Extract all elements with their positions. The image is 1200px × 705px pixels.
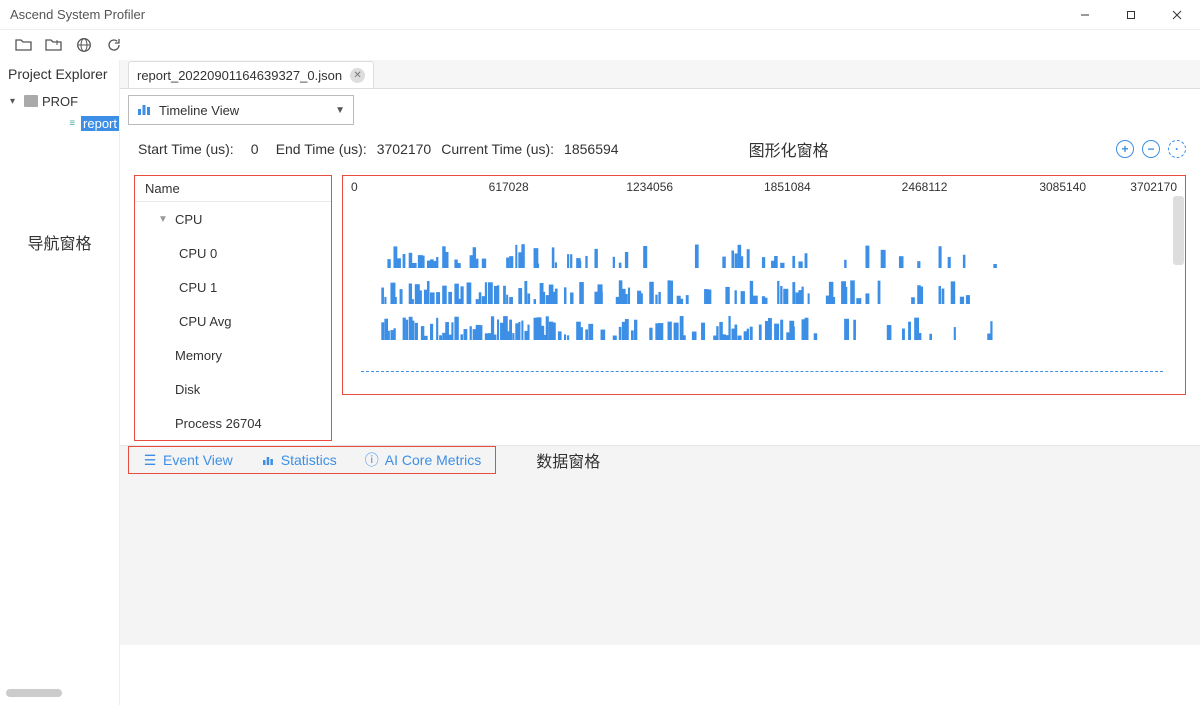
end-time-value[interactable]: 3702170 [377, 141, 432, 157]
maximize-button[interactable] [1108, 0, 1154, 30]
axis-tick: 3085140 [1039, 180, 1086, 194]
bar-chart-icon [137, 102, 151, 119]
current-time-value[interactable]: 1856594 [564, 141, 619, 157]
info-icon: ⓘ [365, 453, 379, 467]
lane-memory [351, 342, 1177, 378]
timeline-row[interactable]: Disk [135, 372, 331, 406]
panel-title: Project Explorer [0, 60, 119, 88]
open-folder-icon[interactable] [14, 35, 34, 55]
lane-cpu0 [351, 234, 1177, 270]
timeline-row[interactable]: CPU 1 [135, 270, 331, 304]
row-label: CPU Avg [179, 314, 232, 329]
row-label: Memory [175, 348, 222, 363]
timeline-row[interactable]: Process 26704 [135, 406, 331, 440]
chevron-down-icon: ▼ [151, 214, 175, 225]
row-label: Disk [175, 382, 200, 397]
zoom-in-button[interactable]: + [1116, 140, 1134, 158]
time-axis: 0 617028 1234056 1851084 2468112 3085140 37021… [351, 180, 1177, 198]
window-title: Ascend System Profiler [10, 7, 1062, 22]
lane-cpuavg [351, 306, 1177, 342]
tree-file-report[interactable]: ≡ report [0, 112, 119, 134]
tab-statistics[interactable]: Statistics [247, 447, 351, 473]
row-label: CPU [175, 212, 202, 227]
tree-label: report [81, 116, 119, 131]
graph-pane-label: 图形化窗格 [749, 137, 829, 161]
minimize-button[interactable] [1062, 0, 1108, 30]
tab-event-view[interactable]: ☰ Event View [129, 447, 247, 473]
project-tree: ▾ PROF ≡ report [0, 88, 119, 136]
axis-tick: 617028 [489, 180, 529, 194]
row-label: CPU 1 [179, 280, 217, 295]
open-project-icon[interactable] [44, 35, 64, 55]
lane-cpu1 [351, 270, 1177, 306]
timeline-chart[interactable]: 0 617028 1234056 1851084 2468112 3085140 37021… [342, 175, 1186, 395]
content-area: report_20220901164639327_0.json ✕ Timeli… [120, 60, 1200, 705]
close-button[interactable] [1154, 0, 1200, 30]
horizontal-scrollbar[interactable] [6, 689, 62, 697]
lane-cpu [351, 198, 1177, 234]
main-toolbar [0, 30, 1200, 60]
caret-down-icon: ▼ [335, 105, 345, 116]
current-time-label: Current Time (us): [441, 141, 554, 157]
start-time-value[interactable]: 0 [244, 141, 266, 157]
axis-tick: 3702170 [1130, 180, 1177, 194]
view-selector-label: Timeline View [159, 103, 239, 118]
start-time-label: Start Time (us): [138, 141, 234, 157]
timeline-row[interactable]: CPU Avg [135, 304, 331, 338]
axis-tick: 1851084 [764, 180, 811, 194]
tree-folder-prof[interactable]: ▾ PROF [0, 90, 119, 112]
title-bar: Ascend System Profiler [0, 0, 1200, 30]
refresh-icon[interactable] [104, 35, 124, 55]
tab-label: AI Core Metrics [385, 452, 481, 468]
axis-tick: 1234056 [626, 180, 673, 194]
file-icon: ≡ [66, 117, 78, 129]
data-panel: ☰Event View Statistics ⓘAI Core Metrics … [120, 445, 1200, 645]
vertical-scrollbar[interactable] [1173, 196, 1184, 392]
axis-tick: 2468112 [902, 180, 948, 194]
tab-report-json[interactable]: report_20220901164639327_0.json ✕ [128, 61, 374, 88]
tab-label: Statistics [281, 452, 337, 468]
bar-chart-icon [261, 453, 275, 467]
chevron-down-icon: ▾ [10, 96, 22, 107]
nav-pane-label: 导航窗格 [0, 230, 119, 254]
tree-label: PROF [42, 94, 78, 109]
tab-label: Event View [163, 452, 233, 468]
editor-tabbar: report_20220901164639327_0.json ✕ [120, 60, 1200, 88]
row-label: Process 26704 [175, 416, 262, 431]
data-pane-label: 数据窗格 [536, 448, 600, 472]
zoom-out-button[interactable]: − [1142, 140, 1160, 158]
tab-ai-core-metrics[interactable]: ⓘ AI Core Metrics [351, 447, 495, 473]
close-tab-icon[interactable]: ✕ [350, 68, 365, 83]
timeline-name-column: Name ▼CPU CPU 0 CPU 1 CPU Avg Memory Disk Proc… [134, 175, 332, 441]
list-icon: ☰ [143, 453, 157, 467]
timeline-row[interactable]: Memory [135, 338, 331, 372]
timeline-area: Name ▼CPUCPU 0CPU 1CPU AvgMemoryDiskProc… [134, 175, 1186, 441]
axis-tick: 0 [351, 180, 358, 194]
row-label: CPU 0 [179, 246, 217, 261]
name-column-header: Name [135, 176, 331, 202]
timeline-row[interactable]: CPU 0 [135, 236, 331, 270]
project-explorer-panel: Project Explorer ▾ PROF ≡ report 导航窗格 [0, 60, 120, 705]
globe-icon[interactable] [74, 35, 94, 55]
timeline-row[interactable]: ▼CPU [135, 202, 331, 236]
folder-icon [24, 95, 38, 107]
zoom-fit-button[interactable]: · [1168, 140, 1186, 158]
view-selector[interactable]: Timeline View ▼ [128, 95, 354, 125]
time-controls: Start Time (us):0 End Time (us):3702170 … [120, 131, 1200, 167]
end-time-label: End Time (us): [276, 141, 367, 157]
tab-label: report_20220901164639327_0.json [137, 68, 342, 83]
